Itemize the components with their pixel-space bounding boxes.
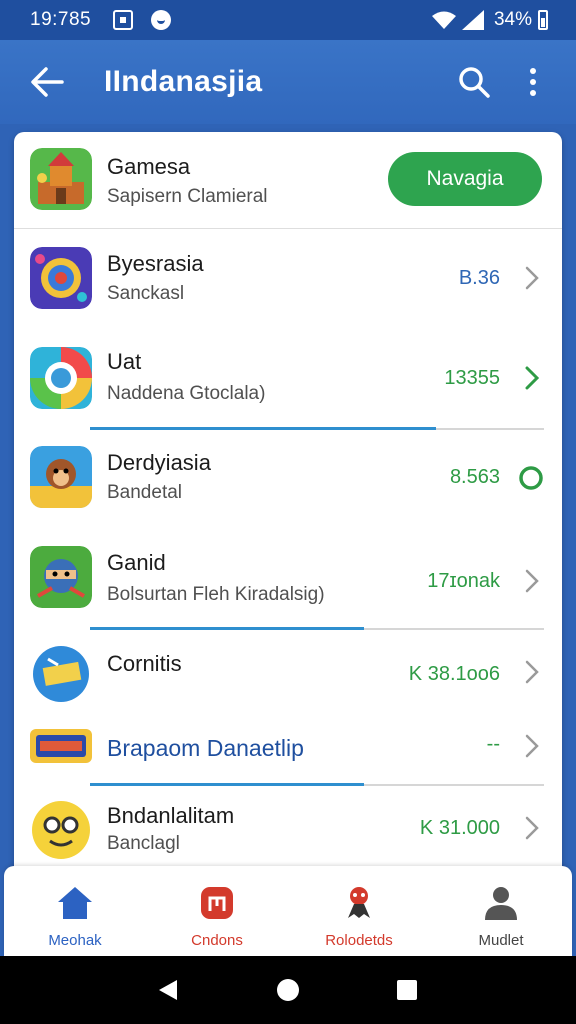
app-notification-icon [151,10,172,30]
progress-bar [90,783,364,786]
item-value: K 31.000 [419,817,500,839]
list-item[interactable]: Byesrasia Sanckasl B.36 [14,229,562,329]
status-circle-icon[interactable] [518,465,544,491]
list-item[interactable]: Bndanlalitam Banclagl K 31.000 [14,787,562,872]
item-subtitle: Sapisern Clamieral [107,186,268,207]
more-options-icon[interactable] [530,68,538,96]
app-bar: IIndanasjia [0,40,576,124]
progress-bar [90,627,364,630]
item-subtitle: Sanckasl [107,283,185,304]
badge-logo-icon [30,729,92,763]
chevron-right-icon[interactable] [524,733,540,759]
bag-icon [201,887,233,919]
target-game-icon [30,247,92,309]
wifi-icon [431,11,456,29]
back-arrow-icon[interactable] [30,67,64,97]
nav-label: Mudlet [478,932,524,949]
item-name: Bndanlalitam [107,803,235,828]
item-value: 17ɪonak [427,570,500,592]
item-name: Cornitis [107,651,182,676]
nav-item-robots[interactable]: Rolodetds [288,866,430,956]
item-name: Brapaom Danaetlip [107,735,304,761]
status-bar: 19:785 34% [0,0,576,40]
chevron-right-icon[interactable] [524,265,540,291]
home-icon [58,887,92,919]
battery-percent: 34% [493,9,532,30]
item-value: B.36 [458,267,500,289]
item-value: 13355 [444,367,500,389]
back-triangle-icon[interactable] [157,978,181,1002]
page-title: IIndanasjia [104,65,263,98]
robot-icon [348,887,370,918]
chevron-right-icon[interactable] [524,815,540,841]
monkey-game-icon [30,446,92,508]
item-subtitle: Banclagl [107,833,180,854]
list-item[interactable]: Cornitis K 38.1ᴏᴏ6 [14,631,562,713]
signal-icon [461,10,484,30]
nav-item-orders[interactable]: Cndons [146,866,288,956]
rainbow-wheel-icon [30,347,92,409]
smiley-face-icon [32,801,90,859]
gallery-notification-icon [113,10,134,30]
nav-item-profile[interactable]: Mudlet [430,866,572,956]
navagia-button[interactable]: Navagia [388,152,542,206]
person-icon [485,887,517,920]
item-value: -- [486,733,500,755]
chevron-right-icon[interactable] [524,659,540,685]
system-navigation-bar [0,956,576,1024]
item-name: Byesrasia [107,251,204,276]
list-item[interactable]: Ganid Bolsurtan Fleh Kiradalsig) 17ɪonak [14,530,562,630]
recents-square-icon[interactable] [395,978,419,1002]
list-item[interactable]: Brapaom Danaetlip -- [14,713,562,783]
item-value: K 38.1ᴏᴏ6 [408,663,500,685]
list-item-header[interactable]: Gamesa Sapisern Clamieral Navagia [14,132,562,228]
comics-app-icon [33,646,89,702]
home-circle-icon[interactable] [276,978,300,1002]
search-icon[interactable] [458,66,490,98]
item-name: Uat [107,349,142,374]
item-subtitle: Naddena Gtoclala) [107,383,266,404]
list-item[interactable]: Derdyiasia Bandetal 8.563 [14,430,562,530]
item-name: Ganid [107,550,166,575]
item-value: 8.563 [449,466,500,488]
castle-game-icon [30,148,92,210]
item-subtitle: Bolsurtan Fleh Kiradalsig) [107,584,325,605]
item-name: Derdyiasia [107,450,211,475]
bottom-navigation: Meohak Cndons Rolodetds Mudlet [4,866,572,956]
nav-label: Rolodetds [325,932,393,949]
status-time: 19:785 [30,9,92,30]
nav-label: Meohak [48,932,102,949]
item-name: Gamesa [107,154,191,179]
chevron-right-icon[interactable] [524,365,540,391]
ninja-game-icon [30,546,92,608]
list-item[interactable]: Uat Naddena Gtoclala) 13355 [14,329,562,429]
nav-label: Cndons [191,932,243,949]
app-list-card: Gamesa Sapisern Clamieral Navagia Byesra… [14,132,562,872]
chevron-right-icon[interactable] [524,568,540,594]
nav-item-home[interactable]: Meohak [4,866,146,956]
item-subtitle: Bandetal [107,482,183,503]
battery-icon [538,10,548,30]
